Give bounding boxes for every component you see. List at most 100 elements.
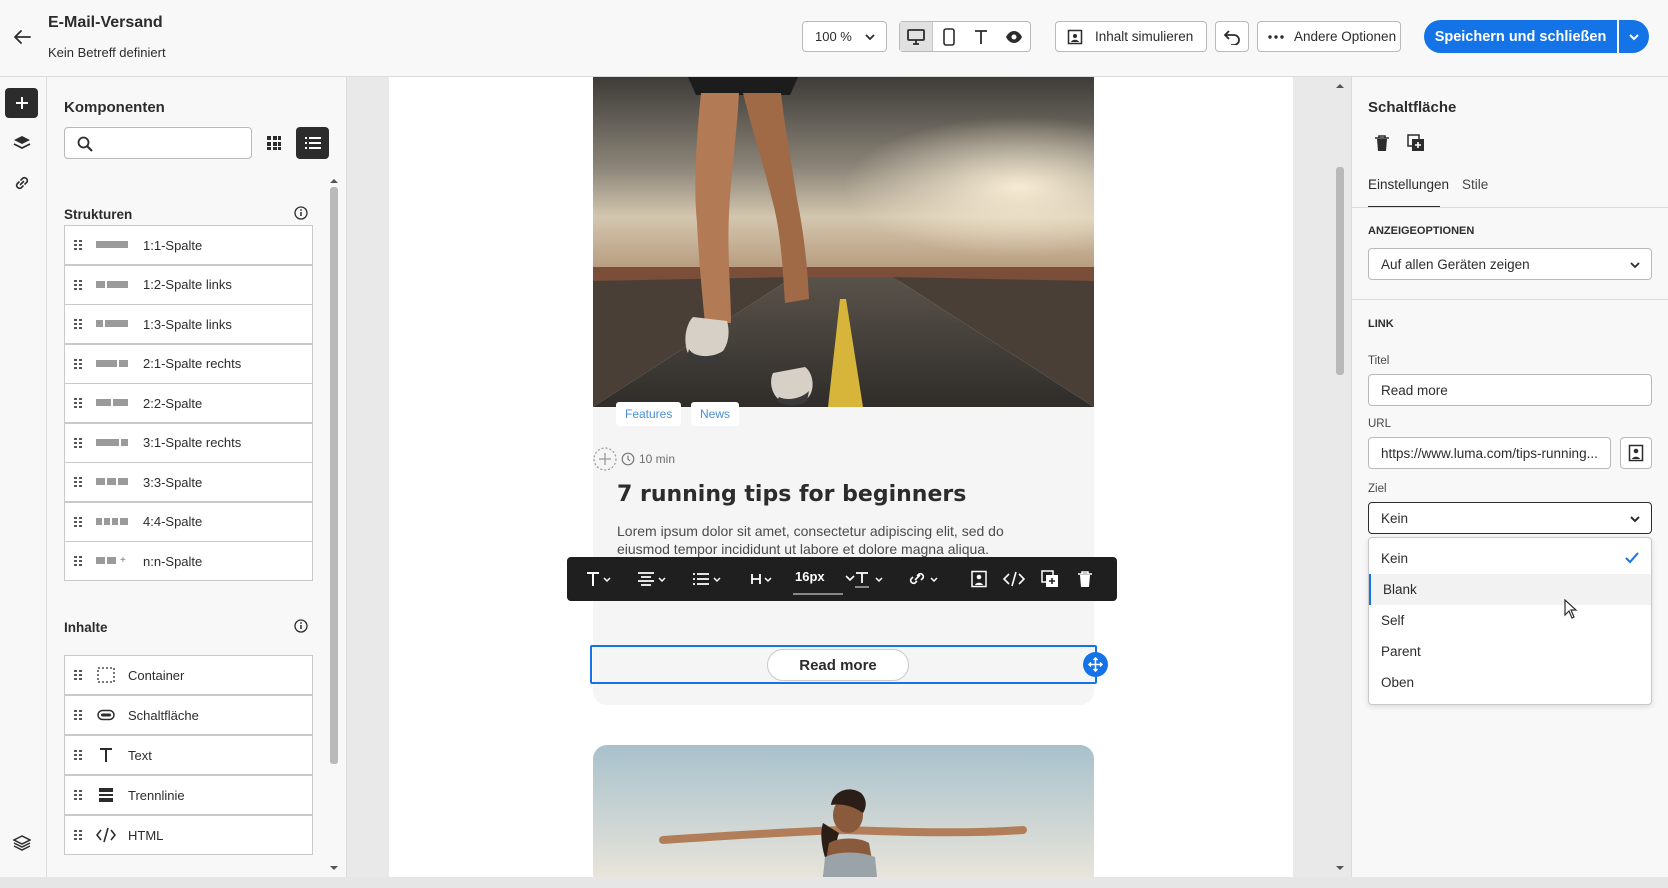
- info-icon[interactable]: [294, 619, 308, 633]
- trash-icon[interactable]: [1374, 134, 1390, 152]
- text-view-button[interactable]: [965, 22, 998, 51]
- font-size-underline: [793, 593, 843, 595]
- desktop-view-button[interactable]: [900, 22, 933, 51]
- target-option-parent[interactable]: Parent: [1369, 636, 1651, 667]
- link-heading: LINK: [1368, 318, 1394, 330]
- url-input[interactable]: https://www.luma.com/tips-running...: [1368, 437, 1611, 469]
- content-item[interactable]: HTML: [64, 815, 313, 855]
- drag-handle-icon[interactable]: [74, 238, 82, 252]
- target-select[interactable]: Kein: [1368, 502, 1652, 534]
- duplicate-icon[interactable]: [1407, 134, 1425, 152]
- link-dropdown[interactable]: [907, 570, 941, 588]
- personalize-url-button[interactable]: [1620, 437, 1652, 469]
- duplicate-button[interactable]: [1041, 570, 1059, 588]
- chevron-down-icon: [1629, 259, 1641, 271]
- drag-handle-icon[interactable]: [74, 278, 82, 292]
- more-options-button[interactable]: Andere Optionen: [1257, 21, 1401, 52]
- tag-news[interactable]: News: [691, 402, 740, 426]
- target-option-blank[interactable]: Blank: [1369, 574, 1651, 605]
- link-title-input[interactable]: Read more: [1368, 374, 1652, 406]
- personalize-button[interactable]: [970, 570, 988, 588]
- tab-settings[interactable]: Einstellungen: [1368, 177, 1449, 201]
- zoom-select[interactable]: 100 %: [802, 21, 887, 52]
- mobile-view-button[interactable]: [933, 22, 966, 51]
- structure-item[interactable]: 3:3-Spalte: [64, 462, 313, 502]
- drag-handle-icon[interactable]: [74, 515, 82, 529]
- simulate-content-button[interactable]: Inhalt simulieren: [1055, 21, 1207, 52]
- chevron-down-icon: [1628, 31, 1640, 43]
- drag-handle-icon[interactable]: [74, 436, 82, 450]
- properties-panel: Schaltfläche Einstellungen Stile ANZEIGE…: [1351, 77, 1668, 877]
- canvas-scrollbar[interactable]: [1335, 82, 1345, 872]
- desktop-icon: [906, 28, 925, 45]
- preview-button[interactable]: [998, 22, 1031, 51]
- settings-layers-button[interactable]: [5, 828, 38, 858]
- add-components-button[interactable]: [5, 88, 38, 118]
- align-dropdown[interactable]: [637, 570, 669, 588]
- article-headline[interactable]: 7 running tips for beginners: [617, 482, 966, 507]
- target-option-top[interactable]: Oben: [1369, 667, 1651, 698]
- drag-handle-icon[interactable]: [74, 396, 82, 410]
- undo-button[interactable]: [1215, 21, 1249, 52]
- text-color-dropdown[interactable]: [854, 570, 886, 590]
- tab-styles[interactable]: Stile: [1462, 177, 1488, 201]
- structure-item[interactable]: 4:4-Spalte: [64, 501, 313, 542]
- option-label: Blank: [1383, 582, 1417, 597]
- app-header: E-Mail-Versand Kein Betreff definiert 10…: [0, 0, 1668, 77]
- drag-handle-icon[interactable]: [74, 828, 82, 842]
- drag-handle-icon[interactable]: [74, 668, 82, 682]
- content-item[interactable]: Trennlinie: [64, 775, 313, 815]
- drag-handle-icon[interactable]: [74, 357, 82, 371]
- tag-label: Features: [625, 407, 673, 421]
- drag-handle-icon[interactable]: [74, 554, 82, 568]
- list-dropdown[interactable]: [692, 570, 724, 588]
- display-options-select[interactable]: Auf allen Geräten zeigen: [1368, 248, 1652, 280]
- structure-item[interactable]: 1:1-Spalte: [64, 225, 313, 265]
- save-and-close-button[interactable]: Speichern und schließen: [1424, 20, 1617, 53]
- panel-scrollbar[interactable]: [329, 177, 339, 872]
- move-handle[interactable]: [1083, 652, 1108, 677]
- info-icon[interactable]: [294, 206, 308, 220]
- text-icon: [96, 747, 116, 763]
- font-size-dropdown[interactable]: 16px: [787, 565, 855, 595]
- structure-item[interactable]: + n:n-Spalte: [64, 541, 313, 581]
- canvas-scrollbar-thumb[interactable]: [1336, 167, 1344, 375]
- hero-image-yoga[interactable]: [593, 745, 1094, 877]
- text-style-dropdown[interactable]: [585, 570, 613, 588]
- article-body-line[interactable]: Lorem ipsum dolor sit amet, consectetur …: [617, 523, 1004, 539]
- heading-dropdown[interactable]: [750, 570, 776, 588]
- structure-item[interactable]: 3:1-Spalte rechts: [64, 422, 313, 463]
- target-option-none[interactable]: Kein: [1369, 543, 1651, 574]
- hero-image-runner[interactable]: [593, 77, 1094, 407]
- delete-button[interactable]: [1077, 570, 1093, 588]
- save-options-dropdown[interactable]: [1619, 20, 1649, 53]
- links-button[interactable]: [5, 168, 38, 198]
- add-element-icon[interactable]: [593, 447, 617, 471]
- drag-handle-icon[interactable]: [74, 748, 82, 762]
- drag-handle-icon[interactable]: [74, 317, 82, 331]
- structure-item[interactable]: 2:1-Spalte rechts: [64, 343, 313, 384]
- content-item[interactable]: Schaltfläche: [64, 695, 313, 735]
- grid-view-button[interactable]: [260, 129, 288, 157]
- source-code-button[interactable]: [1003, 570, 1025, 588]
- drag-handle-icon[interactable]: [74, 708, 82, 722]
- list-icon: [304, 136, 322, 150]
- read-more-button[interactable]: Read more: [767, 649, 909, 681]
- back-arrow-icon[interactable]: [10, 25, 34, 49]
- target-option-self[interactable]: Self: [1369, 605, 1651, 636]
- text-style-icon: [585, 570, 613, 588]
- drag-handle-icon[interactable]: [74, 788, 82, 802]
- save-and-close-label: Speichern und schließen: [1434, 28, 1607, 45]
- structure-item[interactable]: 1:2-Spalte links: [64, 264, 313, 305]
- structure-item[interactable]: 1:3-Spalte links: [64, 304, 313, 344]
- content-item[interactable]: Text: [64, 735, 313, 775]
- tag-features[interactable]: Features: [616, 402, 682, 426]
- list-view-button[interactable]: [296, 127, 329, 159]
- drag-handle-icon[interactable]: [74, 475, 82, 489]
- content-item[interactable]: Container: [64, 655, 313, 695]
- structure-item[interactable]: 2:2-Spalte: [64, 383, 313, 423]
- search-input[interactable]: [101, 132, 247, 154]
- layers-button[interactable]: [5, 128, 38, 158]
- panel-scrollbar-thumb[interactable]: [330, 187, 338, 764]
- article-body-line[interactable]: eiusmod tempor incididunt ut labore et d…: [617, 541, 989, 557]
